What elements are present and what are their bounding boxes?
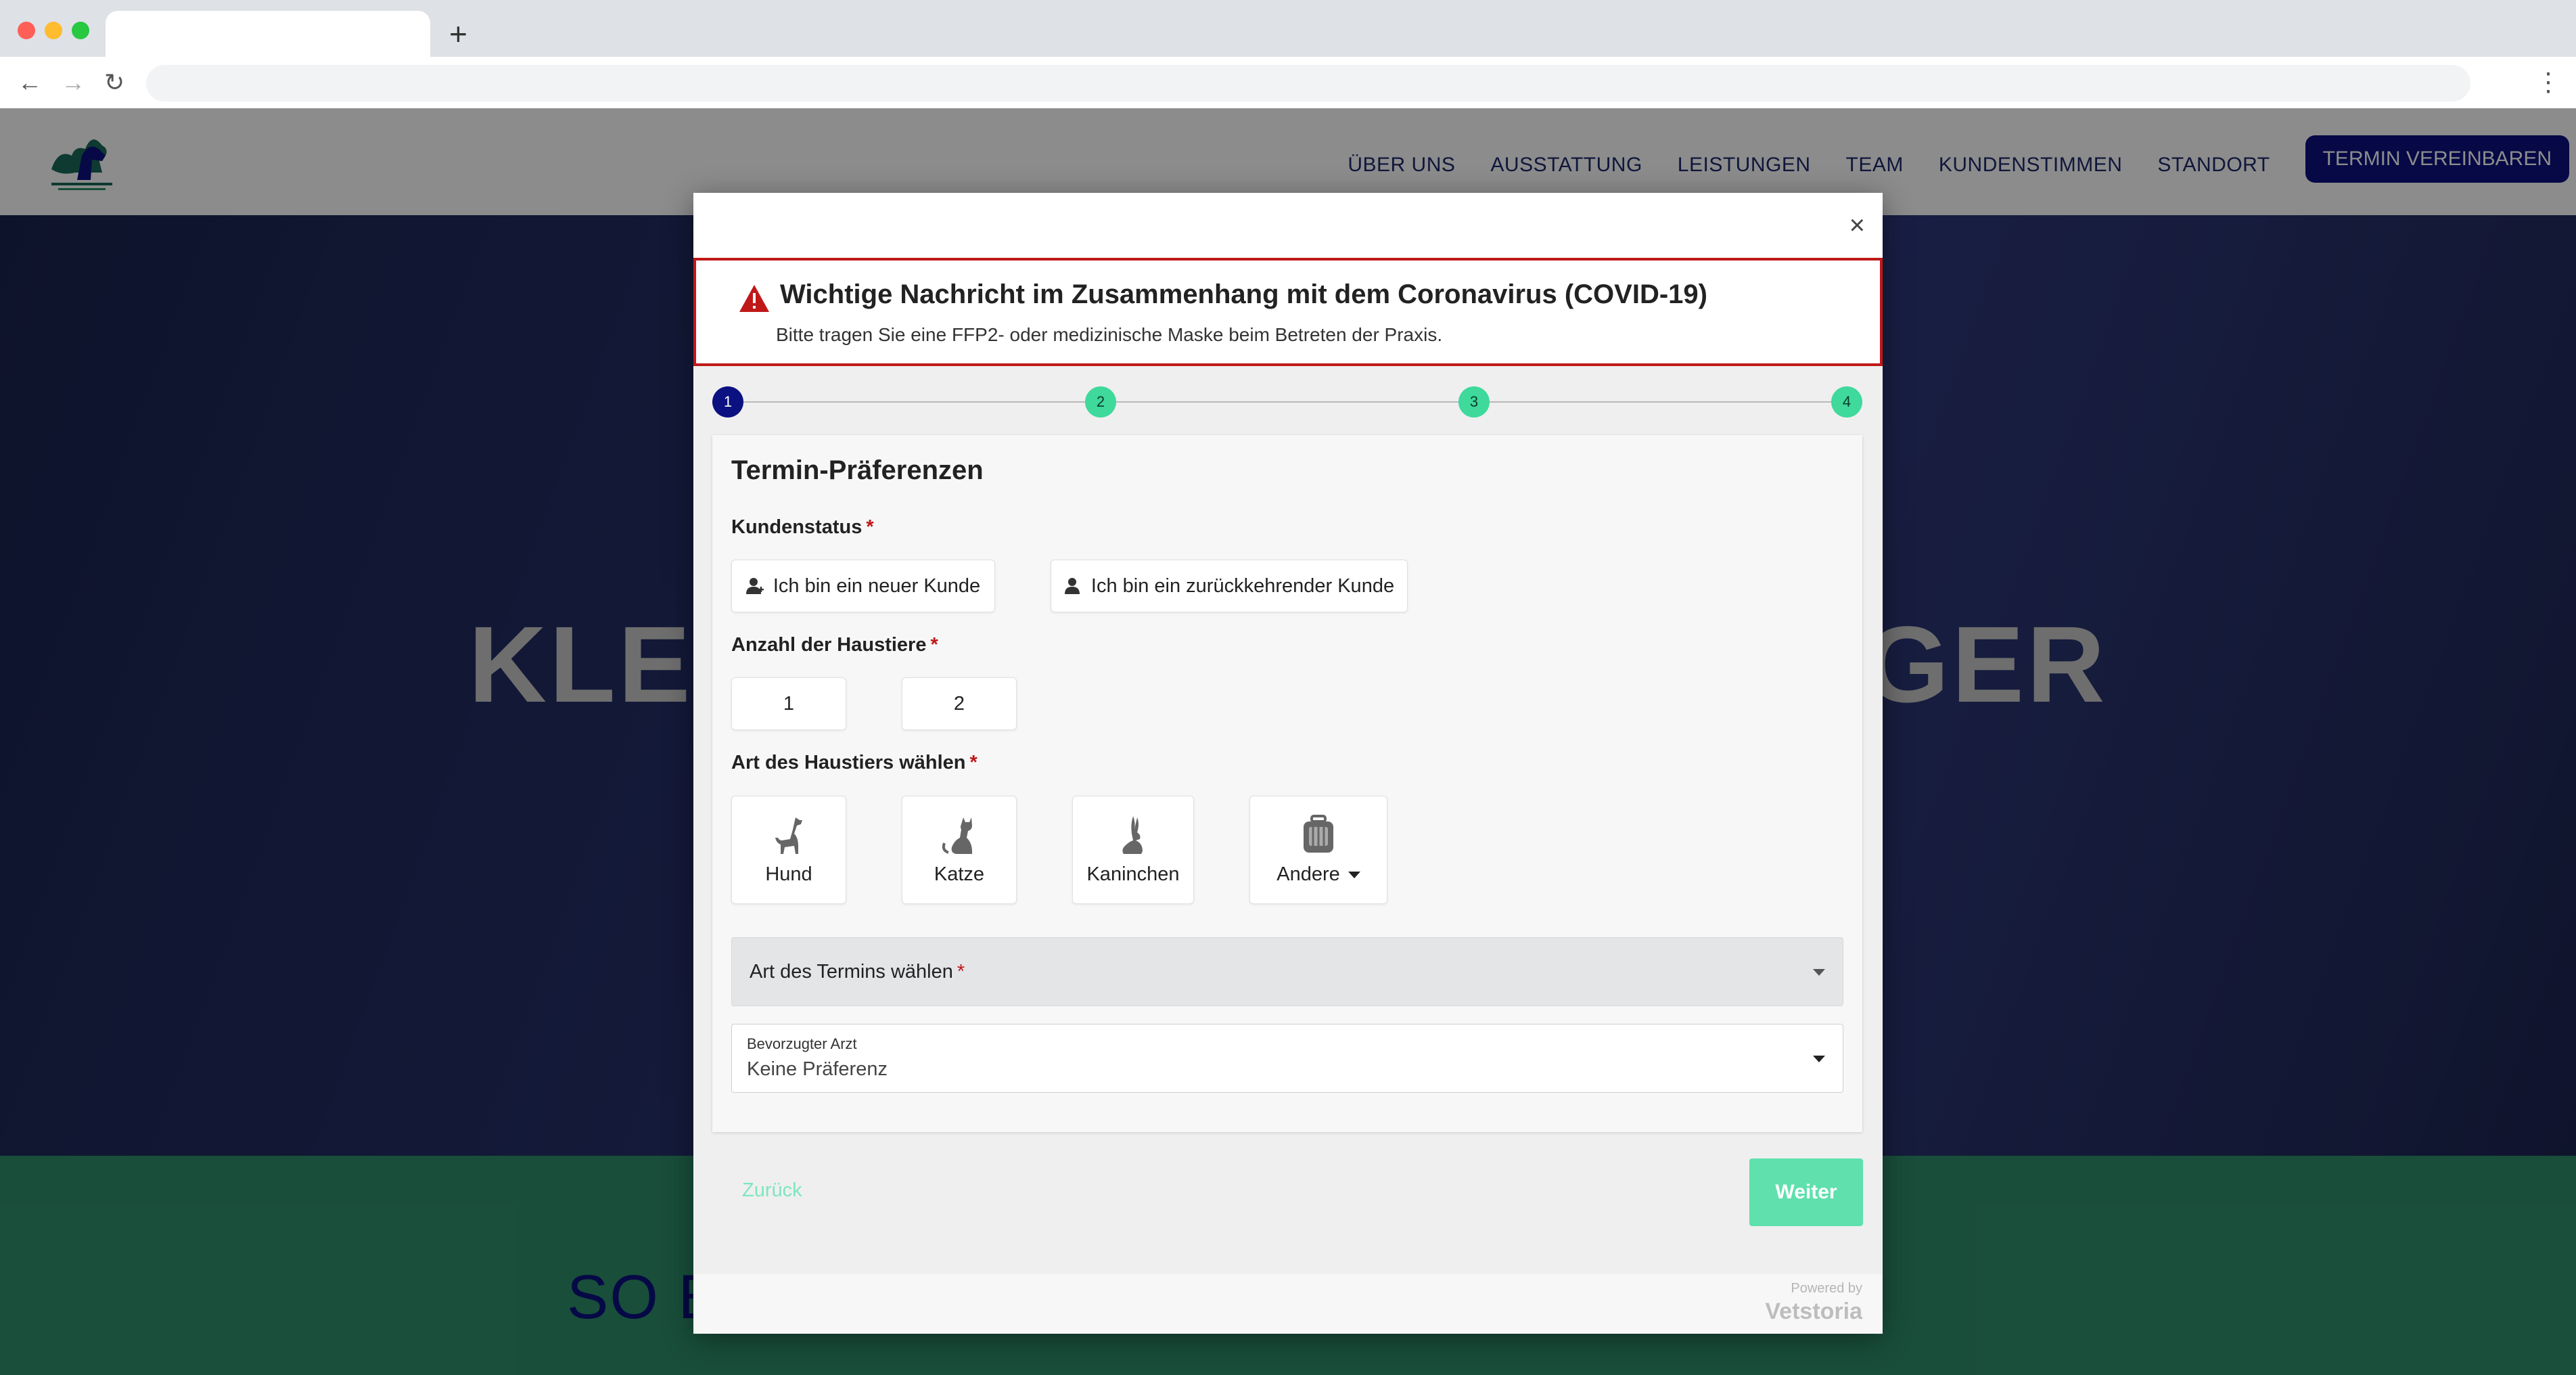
returning-customer-button[interactable]: Ich bin ein zurückkehrender Kunde [1051,560,1408,612]
close-icon[interactable]: × [1849,209,1865,242]
pet-cat-label: Katze [934,863,985,885]
maximize-window-button[interactable] [72,22,89,39]
booking-modal: × Wichtige Nachricht im Zusammenhang mit… [693,193,1883,1334]
pet-rabbit-label: Kaninchen [1086,863,1180,885]
new-tab-button[interactable]: + [449,14,467,54]
pet-carrier-icon [1304,814,1333,853]
required-marker: * [866,516,874,538]
pet-count-2-button[interactable]: 2 [902,677,1017,730]
pet-type-label: Art des Haustiers wählen * [731,752,978,774]
stepper-line [729,401,1846,403]
required-marker: * [957,961,965,983]
preferred-doctor-label: Bevorzugter Arzt [747,1035,857,1052]
pet-other-label: Andere [1276,863,1360,886]
customer-status-label: Kundenstatus * [731,516,874,539]
step-2[interactable]: 2 [1085,386,1116,418]
user-plus-icon [745,578,764,594]
forward-arrow-icon[interactable]: → [61,65,85,100]
alert-title: Wichtige Nachricht im Zusammenhang mit d… [780,279,1707,309]
appointment-type-select[interactable]: Art des Termins wählen * [731,937,1843,1006]
preferences-card: Termin-Präferenzen Kundenstatus * Ich bin… [712,435,1862,1132]
step-4[interactable]: 4 [1831,386,1862,418]
user-icon [1064,578,1080,594]
pet-count-2-label: 2 [953,692,965,715]
address-bar[interactable] [146,65,2470,102]
new-customer-button[interactable]: Ich bin ein neuer Kunde [731,560,995,612]
preferred-doctor-value: Keine Präferenz [747,1058,888,1080]
returning-customer-label: Ich bin ein zurückkehrender Kunde [1090,574,1395,597]
rabbit-icon [1122,815,1143,854]
pet-count-label: Anzahl der Haustiere * [731,634,938,656]
step-1[interactable]: 1 [712,386,743,418]
modal-header: × [693,193,1883,258]
appointment-type-text: Art des Termins wählen [750,961,953,983]
pet-count-text: Anzahl der Haustiere [731,634,927,656]
customer-status-text: Kundenstatus [731,516,862,538]
pet-rabbit-button[interactable]: Kaninchen [1072,796,1194,904]
pet-type-text: Art des Haustiers wählen [731,752,966,773]
chevron-down-icon [1813,969,1825,976]
pet-dog-button[interactable]: Hund [731,796,846,904]
pet-cat-button[interactable]: Katze [902,796,1017,904]
next-button[interactable]: Weiter [1749,1158,1863,1226]
browser-menu-icon[interactable]: ⋮ [2535,65,2561,100]
chevron-down-icon [1348,871,1360,878]
new-customer-label: Ich bin ein neuer Kunde [773,574,981,597]
vetstoria-brand[interactable]: Vetstoria [1765,1299,1862,1325]
pet-other-text: Andere [1276,863,1340,885]
card-title: Termin-Präferenzen [731,455,984,485]
pet-other-dropdown[interactable]: Andere [1249,796,1387,904]
progress-stepper: 1 2 3 4 [712,386,1862,418]
cat-icon [942,817,972,854]
back-arrow-icon[interactable]: ← [18,65,42,100]
dog-icon [775,817,802,854]
powered-by-text: Powered by [1791,1281,1862,1296]
pet-count-1-button[interactable]: 1 [731,677,846,730]
step-3[interactable]: 3 [1458,386,1490,418]
covid-alert: Wichtige Nachricht im Zusammenhang mit d… [693,258,1883,366]
browser-tab[interactable] [106,11,430,57]
pet-dog-label: Hund [765,863,812,885]
pet-count-1-label: 1 [783,692,795,715]
required-marker: * [969,752,978,773]
chevron-down-icon [1813,1056,1825,1062]
browser-chrome: + ← → ↻ ⋮ [0,0,2576,108]
preferred-doctor-select[interactable]: Bevorzugter Arzt Keine Präferenz [731,1024,1843,1093]
close-window-button[interactable] [18,22,35,39]
required-marker: * [930,634,938,656]
back-button[interactable]: Zurück [742,1179,802,1202]
reload-icon[interactable]: ↻ [104,65,124,100]
alert-body: Bitte tragen Sie eine FFP2- oder medizin… [776,324,1443,345]
modal-footer: Powered by Vetstoria [693,1274,1883,1334]
warning-icon [739,285,769,312]
appointment-type-label: Art des Termins wählen * [750,961,965,983]
minimize-window-button[interactable] [45,22,62,39]
